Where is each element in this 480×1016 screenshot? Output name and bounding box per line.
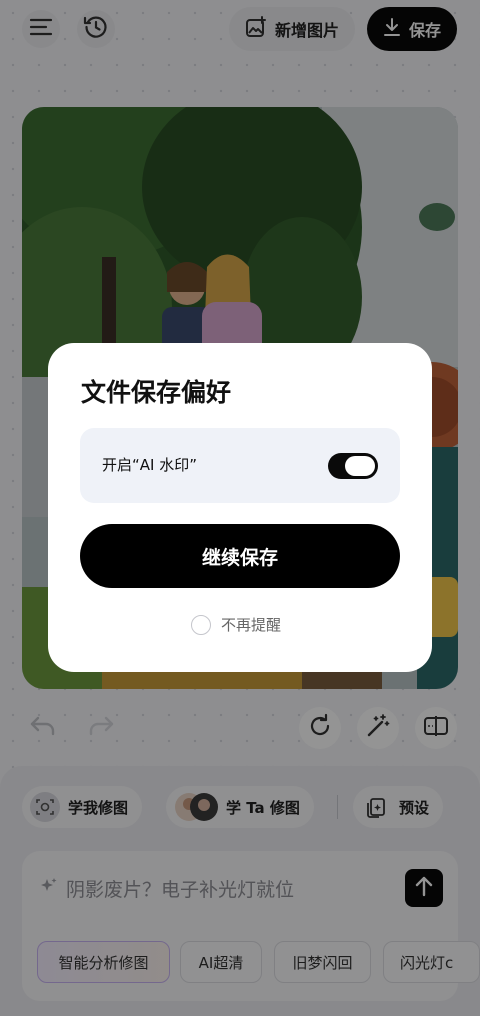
continue-save-button[interactable]: 继续保存 bbox=[80, 524, 400, 588]
dialog-title: 文件保存偏好 bbox=[81, 378, 232, 407]
watermark-option-row: 开启“AI 水印” bbox=[80, 428, 400, 503]
continue-save-label: 继续保存 bbox=[201, 546, 278, 569]
dont-remind-option[interactable]: 不再提醒 bbox=[191, 614, 281, 635]
watermark-toggle[interactable] bbox=[328, 453, 378, 479]
dont-remind-label: 不再提醒 bbox=[221, 616, 282, 634]
save-preference-dialog: 文件保存偏好 开启“AI 水印” 继续保存 不再提醒 bbox=[48, 343, 432, 672]
dont-remind-checkbox[interactable] bbox=[191, 614, 211, 635]
watermark-label: 开启“AI 水印” bbox=[102, 456, 197, 474]
toggle-knob bbox=[345, 456, 375, 476]
